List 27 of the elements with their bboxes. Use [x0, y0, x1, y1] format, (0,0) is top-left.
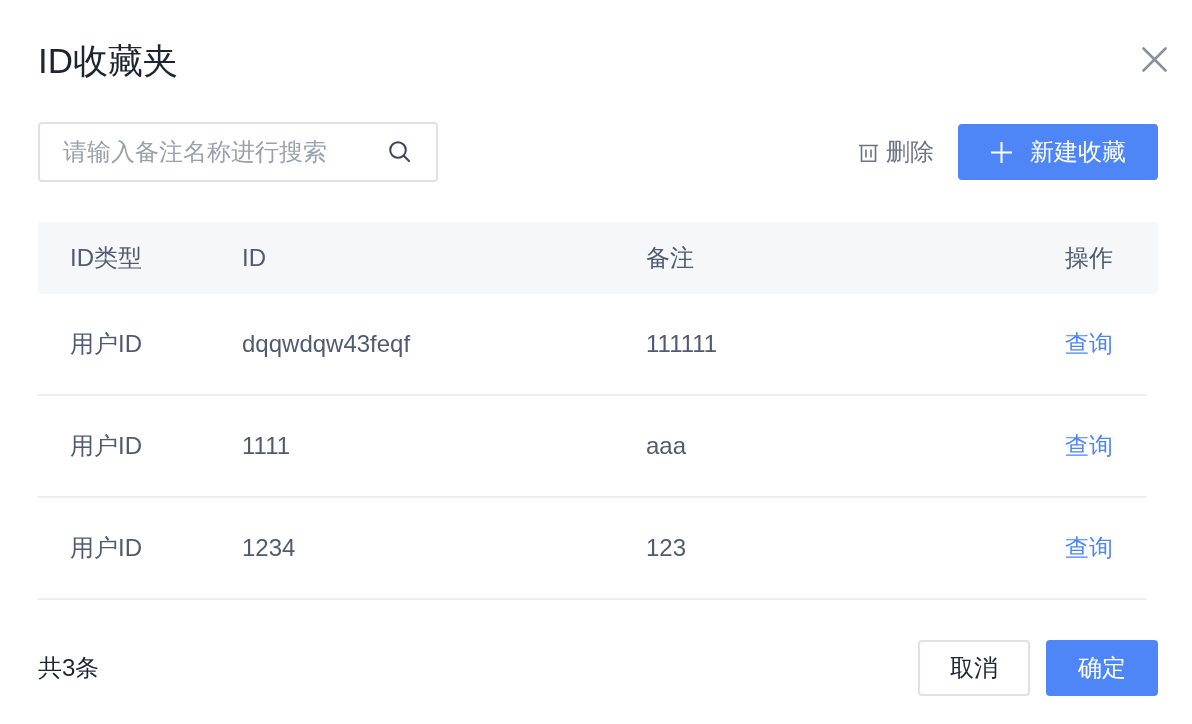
query-link[interactable]: 查询	[1065, 532, 1113, 564]
trash-icon	[859, 142, 878, 162]
table-cell: 111111	[646, 330, 718, 358]
search-field[interactable]: 请输入备注名称进行搜索	[38, 122, 438, 182]
close-icon[interactable]	[1142, 46, 1167, 72]
dialog-title: ID收藏夹	[38, 40, 178, 82]
query-link[interactable]: 查询	[1065, 430, 1113, 462]
table-cell: 123	[646, 534, 687, 562]
table-cell: 1111	[242, 432, 291, 460]
column-header: ID	[242, 244, 266, 272]
table-cell-text: 用户ID	[70, 329, 142, 359]
plus-icon	[990, 141, 1012, 163]
table-cell-text: 用户ID	[70, 431, 142, 461]
table-cell: dqqwdqw43feqf	[242, 330, 411, 358]
confirm-button[interactable]: 确定	[1046, 640, 1158, 696]
column-header: 备注	[646, 243, 694, 273]
query-link[interactable]: 查询	[1065, 328, 1113, 360]
table-cell-text: 用户ID	[70, 533, 142, 563]
total-count: 共3条	[38, 653, 100, 683]
new-favorite-button[interactable]: 新建收藏	[958, 124, 1158, 180]
delete-button[interactable]: 删除	[859, 136, 934, 168]
search-icon[interactable]	[389, 141, 410, 162]
table-cell: aaa	[646, 432, 687, 460]
table-cell: 1234	[242, 534, 296, 562]
cancel-button[interactable]: 取消	[918, 640, 1030, 696]
column-header: 操作	[1065, 243, 1113, 273]
column-header: ID类型	[70, 243, 142, 273]
